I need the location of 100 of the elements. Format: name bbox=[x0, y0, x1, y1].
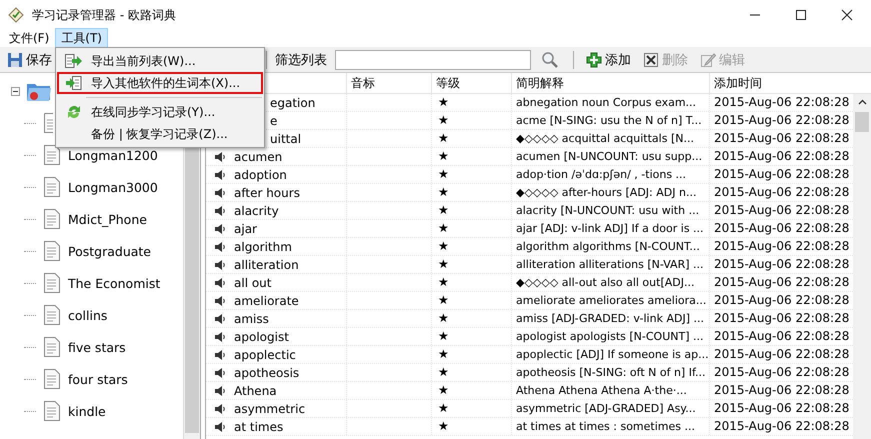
definition-cell: ◆◇◇◇◇ after-hours [ADJ: ADJ n... bbox=[511, 184, 709, 201]
word-cell: amiss bbox=[234, 312, 269, 326]
menu-item[interactable]: 在线同步学习记录(Y)... bbox=[57, 101, 263, 123]
definition-cell: apotheosis [N-SING: oft N of n] If... bbox=[511, 364, 709, 381]
level-cell: ★ bbox=[431, 112, 511, 129]
tree-item[interactable]: kindle bbox=[68, 404, 106, 418]
toolbar-button[interactable]: 添加 bbox=[582, 50, 635, 68]
speaker-icon[interactable] bbox=[214, 384, 226, 396]
speaker-icon[interactable] bbox=[214, 168, 226, 180]
column-header[interactable]: 添加时间 bbox=[709, 73, 851, 93]
definition-cell: at times at times : sometimes ... bbox=[511, 418, 709, 435]
speaker-icon[interactable] bbox=[214, 258, 226, 270]
time-cell: 2015-Aug-06 22:08:28 bbox=[709, 166, 851, 183]
collapse-icon[interactable] bbox=[11, 86, 20, 96]
word-cell: egation bbox=[270, 96, 316, 110]
time-cell: 2015-Aug-06 22:08:28 bbox=[709, 274, 851, 291]
time-cell: 2015-Aug-06 22:08:28 bbox=[709, 328, 851, 345]
import-icon bbox=[65, 75, 83, 91]
speaker-icon[interactable] bbox=[214, 420, 226, 432]
time-cell: 2015-Aug-06 22:08:28 bbox=[709, 292, 851, 309]
level-cell: ★ bbox=[431, 400, 511, 417]
word-cell: alliteration bbox=[234, 258, 299, 272]
definition-cell: acumen [N-UNCOUNT: usu supp... bbox=[511, 148, 709, 165]
speaker-icon[interactable] bbox=[214, 204, 226, 216]
plus-icon bbox=[586, 52, 602, 68]
tree-item[interactable]: four stars bbox=[68, 372, 128, 386]
document-icon bbox=[44, 401, 60, 421]
speaker-icon[interactable] bbox=[214, 150, 226, 162]
time-cell: 2015-Aug-06 22:08:28 bbox=[709, 256, 851, 273]
level-cell: ★ bbox=[431, 382, 511, 399]
word-cell: ajar bbox=[234, 222, 257, 236]
speaker-icon[interactable] bbox=[214, 240, 226, 252]
level-cell: ★ bbox=[431, 184, 511, 201]
definition-cell: apoplectic [ADJ] If someone is ap... bbox=[511, 346, 709, 363]
level-cell: ★ bbox=[431, 292, 511, 309]
save-button[interactable]: 保存 bbox=[3, 50, 56, 68]
time-cell: 2015-Aug-06 22:08:28 bbox=[709, 202, 851, 219]
maximize-icon[interactable] bbox=[795, 9, 807, 21]
level-cell: ★ bbox=[431, 364, 511, 381]
window-title: 学习记录管理器 - 欧路词典 bbox=[32, 6, 176, 24]
close-icon[interactable] bbox=[841, 9, 853, 21]
speaker-icon[interactable] bbox=[214, 312, 226, 324]
document-icon bbox=[44, 209, 60, 229]
word-cell: uittal bbox=[270, 132, 302, 146]
definition-cell: asymmetric [ADJ-GRADED] Asy... bbox=[511, 400, 709, 417]
word-cell: alacrity bbox=[234, 204, 279, 218]
time-cell: 2015-Aug-06 22:08:28 bbox=[709, 400, 851, 417]
column-header[interactable]: 简明解释 bbox=[511, 73, 709, 93]
edit-icon bbox=[700, 52, 716, 68]
speaker-icon[interactable] bbox=[214, 330, 226, 342]
level-cell: ★ bbox=[431, 346, 511, 363]
definition-cell: ◆◇◇◇◇ all-out also all out[ADJ... bbox=[511, 274, 709, 291]
time-cell: 2015-Aug-06 22:08:28 bbox=[709, 94, 851, 111]
level-cell: ★ bbox=[431, 202, 511, 219]
time-cell: 2015-Aug-06 22:08:28 bbox=[709, 238, 851, 255]
column-header[interactable]: 等级 bbox=[431, 73, 511, 93]
tree-item[interactable]: five stars bbox=[68, 340, 126, 354]
tree-item[interactable]: The Economist bbox=[68, 276, 160, 290]
tree-item[interactable]: Postgraduate bbox=[68, 244, 151, 258]
speaker-icon[interactable] bbox=[214, 276, 226, 288]
document-icon bbox=[44, 241, 60, 261]
filter-field[interactable] bbox=[335, 50, 531, 70]
menu-item[interactable]: 文件(F) bbox=[3, 28, 56, 49]
time-cell: 2015-Aug-06 22:08:28 bbox=[709, 382, 851, 399]
tree-item[interactable]: Mdict_Phone bbox=[68, 212, 147, 226]
definition-cell: apologist apologists [N-COUNT] ... bbox=[511, 328, 709, 345]
speaker-icon[interactable] bbox=[214, 402, 226, 414]
speaker-icon[interactable] bbox=[214, 222, 226, 234]
definition-cell: amiss [ADJ-GRADED: v-link ADJ] ... bbox=[511, 310, 709, 327]
word-cell: apotheosis bbox=[234, 366, 300, 380]
definition-cell: alliteration alliterations [N-VAR] ... bbox=[511, 256, 709, 273]
definition-cell: abnegation noun Corpus exam... bbox=[511, 94, 709, 111]
level-cell: ★ bbox=[431, 310, 511, 327]
search-icon[interactable] bbox=[541, 50, 559, 68]
speaker-icon[interactable] bbox=[214, 186, 226, 198]
export-icon bbox=[65, 53, 83, 69]
scrollbar-thumb[interactable] bbox=[855, 112, 869, 132]
tree-item[interactable]: Longman3000 bbox=[68, 180, 158, 194]
menu-item[interactable]: 导入其他软件的生词本(X)... bbox=[57, 72, 263, 94]
sync-icon bbox=[66, 104, 82, 120]
word-cell: asymmetric bbox=[234, 402, 306, 416]
speaker-icon[interactable] bbox=[214, 348, 226, 360]
tree-item[interactable]: collins bbox=[68, 308, 108, 322]
menu-item[interactable]: 工具(T) bbox=[55, 28, 108, 49]
time-cell: 2015-Aug-06 22:08:28 bbox=[709, 346, 851, 363]
level-cell: ★ bbox=[431, 418, 511, 435]
word-cell: all out bbox=[234, 276, 272, 290]
speaker-icon[interactable] bbox=[214, 294, 226, 306]
level-cell: ★ bbox=[431, 328, 511, 345]
time-cell: 2015-Aug-06 22:08:28 bbox=[709, 184, 851, 201]
word-cell: ameliorate bbox=[234, 294, 299, 308]
definition-cell: algorithm algorithms [N-COUNT... bbox=[511, 238, 709, 255]
definition-cell: ◆◇◇◇◇ acquittal acquittals [N... bbox=[511, 130, 709, 147]
word-cell: acumen bbox=[234, 150, 282, 164]
column-header[interactable]: 音标 bbox=[346, 73, 431, 93]
level-cell: ★ bbox=[431, 220, 511, 237]
speaker-icon[interactable] bbox=[214, 366, 226, 378]
menu-item[interactable]: 备份 | 恢复学习记录(Z)... bbox=[57, 123, 263, 145]
menu-item[interactable]: 导出当前列表(W)... bbox=[57, 50, 263, 72]
tree-item[interactable]: Longman1200 bbox=[68, 148, 158, 162]
